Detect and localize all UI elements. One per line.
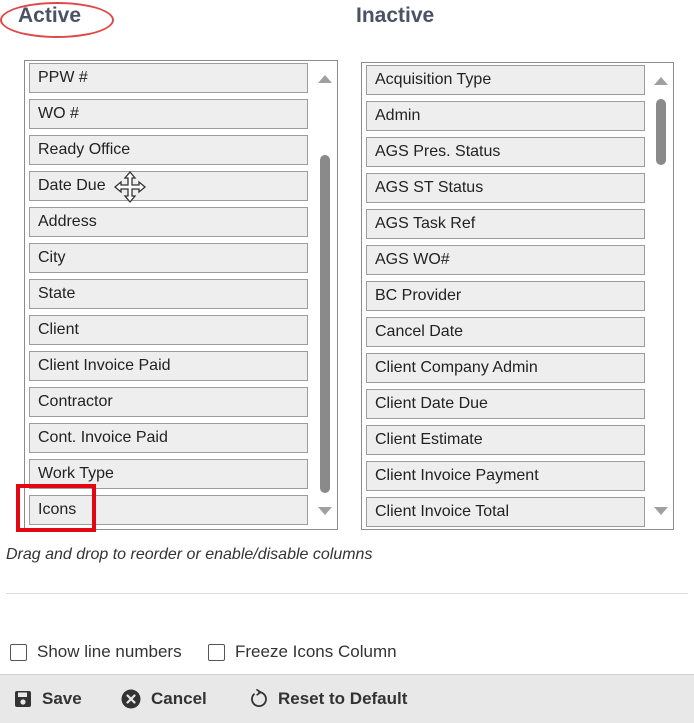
column-item[interactable]: Client Invoice Total [366, 497, 645, 527]
cancel-button[interactable]: Cancel [121, 685, 207, 713]
reset-button[interactable]: Reset to Default [248, 685, 407, 713]
scrollbar-thumb[interactable] [656, 99, 666, 165]
cancel-icon [121, 689, 141, 709]
freeze-icons-column-checkbox[interactable] [208, 643, 225, 661]
column-item[interactable]: PPW # [29, 63, 308, 93]
scroll-down-icon[interactable] [318, 507, 332, 515]
column-item[interactable]: Client Invoice Payment [366, 461, 645, 491]
freeze-icons-column-label: Freeze Icons Column [235, 642, 397, 661]
inactive-heading: Inactive [356, 4, 435, 27]
scroll-up-icon[interactable] [318, 75, 332, 83]
column-item[interactable]: AGS Pres. Status [366, 137, 645, 167]
scroll-up-icon[interactable] [654, 77, 668, 85]
show-line-numbers-label: Show line numbers [37, 642, 182, 661]
column-item[interactable]: Client Estimate [366, 425, 645, 455]
move-cursor-icon [113, 170, 147, 204]
save-label: Save [42, 689, 82, 708]
column-item[interactable]: AGS Task Ref [366, 209, 645, 239]
column-item[interactable]: AGS WO# [366, 245, 645, 275]
column-item[interactable]: Client Invoice Paid [29, 351, 308, 381]
show-line-numbers-option[interactable]: Show line numbers [10, 642, 182, 662]
column-item[interactable]: City [29, 243, 308, 273]
active-scrollbar[interactable] [313, 61, 337, 529]
active-columns-list[interactable]: PPW # WO # Ready Office Date Due Address City… [24, 60, 338, 530]
cancel-label: Cancel [151, 689, 207, 708]
active-heading: Active [18, 4, 82, 27]
column-item[interactable]: Ready Office [29, 135, 308, 165]
inactive-list-items: Acquisition Type Admin AGS Pres. Status AGS… [362, 63, 649, 529]
reset-icon [251, 689, 267, 707]
column-item[interactable]: State [29, 279, 308, 309]
divider [6, 593, 688, 594]
column-item[interactable]: Client Company Admin [366, 353, 645, 383]
column-item[interactable]: Address [29, 207, 308, 237]
column-item[interactable]: WO # [29, 99, 308, 129]
column-item[interactable]: Cont. Invoice Paid [29, 423, 308, 453]
save-button[interactable]: Save [14, 685, 82, 713]
freeze-icons-column-option[interactable]: Freeze Icons Column [208, 642, 397, 662]
bottom-toolbar: Save Cancel Reset to Default [0, 674, 694, 723]
column-item[interactable]: Icons [29, 495, 308, 525]
save-icon [15, 691, 31, 707]
column-item[interactable]: BC Provider [366, 281, 645, 311]
column-item[interactable]: Date Due [29, 171, 308, 201]
drag-drop-hint: Drag and drop to reorder or enable/disab… [6, 546, 373, 563]
column-item[interactable]: Client Date Due [366, 389, 645, 419]
inactive-columns-list[interactable]: Acquisition Type Admin AGS Pres. Status AGS… [361, 62, 674, 530]
column-item[interactable]: Cancel Date [366, 317, 645, 347]
column-item[interactable]: Work Type [29, 459, 308, 489]
scrollbar-thumb[interactable] [320, 155, 330, 493]
inactive-scrollbar[interactable] [649, 63, 673, 529]
column-item[interactable]: Admin [366, 101, 645, 131]
column-item[interactable]: Acquisition Type [366, 65, 645, 95]
column-item[interactable]: AGS ST Status [366, 173, 645, 203]
show-line-numbers-checkbox[interactable] [10, 643, 27, 661]
column-item[interactable]: Contractor [29, 387, 308, 417]
active-list-items: PPW # WO # Ready Office Date Due Address City… [25, 61, 313, 529]
reset-label: Reset to Default [278, 689, 408, 708]
scroll-down-icon[interactable] [654, 507, 668, 515]
column-item[interactable]: Client [29, 315, 308, 345]
